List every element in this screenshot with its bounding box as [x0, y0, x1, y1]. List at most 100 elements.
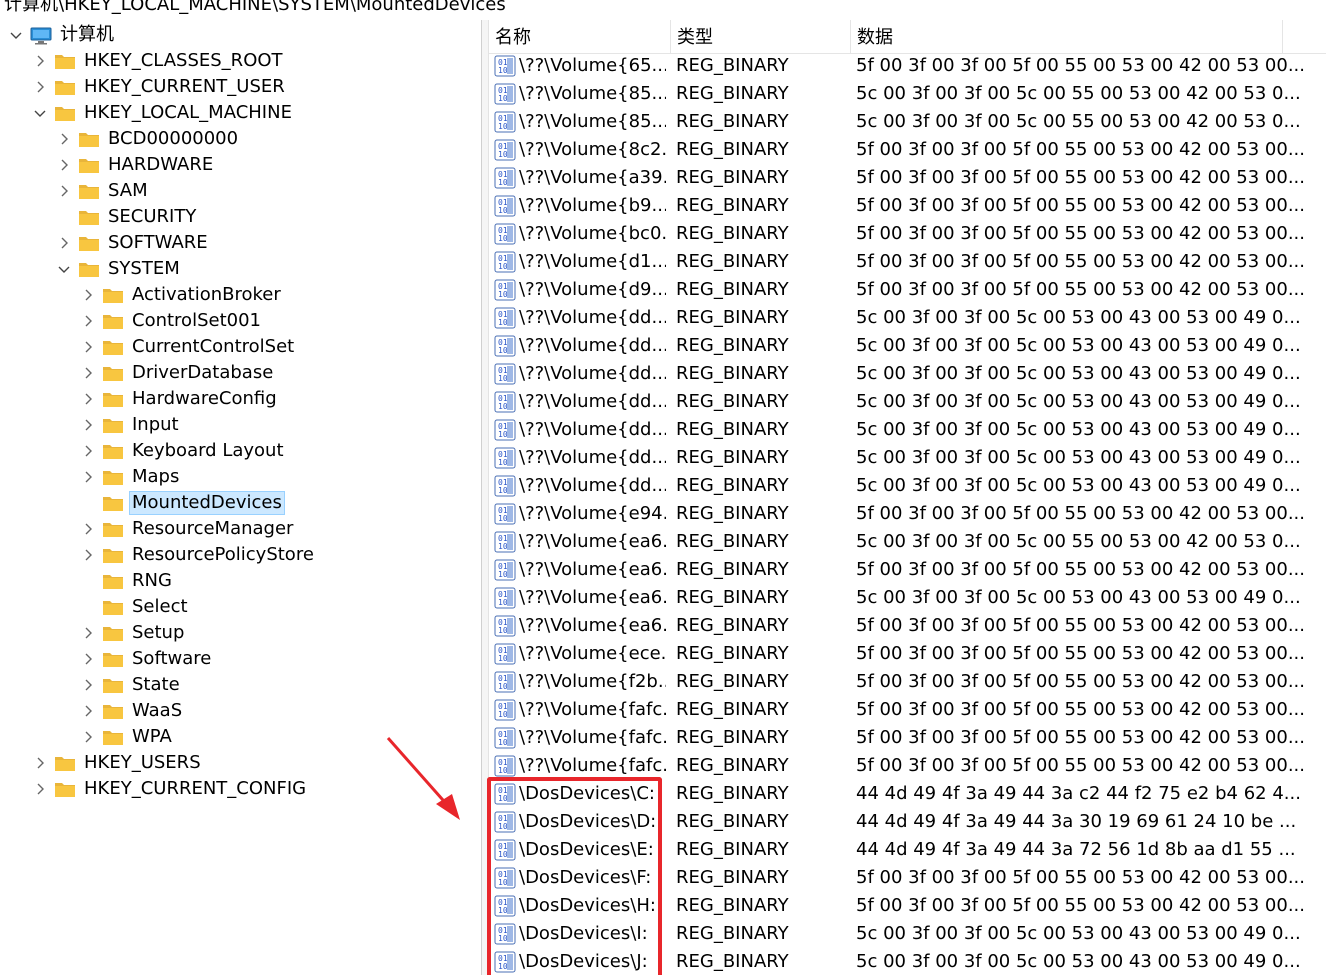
table-row[interactable]: 01 10 \??\Volume{dd... REG_BINARY 5c 00 3f 0… [489, 388, 1326, 416]
tree-item[interactable]: HKEY_CURRENT_CONFIG [32, 776, 309, 802]
table-row[interactable]: 01 10 \??\Volume{fafc... REG_BINARY 5f 00 3f… [489, 724, 1326, 752]
table-row[interactable]: 01 10 \??\Volume{fafc... REG_BINARY 5f 00 3f… [489, 752, 1326, 780]
chevron-right-icon[interactable] [32, 750, 48, 776]
table-row[interactable]: 01 10 \??\Volume{65... REG_BINARY 5f 00 3f 0… [489, 52, 1326, 80]
tree-item[interactable]: RNG [80, 568, 175, 594]
value-name: \??\Volume{8c2... [519, 139, 666, 160]
tree-item[interactable]: BCD00000000 [56, 126, 241, 152]
address-bar[interactable]: 计算机\HKEY_LOCAL_MACHINE\SYSTEM\MountedDev… [0, 0, 1326, 18]
tree-item[interactable]: ResourcePolicyStore [80, 542, 317, 568]
table-row[interactable]: 01 10 \??\Volume{ea6... REG_BINARY 5c 00 3f … [489, 528, 1326, 556]
chevron-right-icon[interactable] [80, 386, 96, 412]
chevron-right-icon[interactable] [80, 282, 96, 308]
value-name-cell: 01 10 \??\Volume{ea6... [494, 584, 666, 612]
chevron-right-icon[interactable] [80, 724, 96, 750]
tree-item[interactable]: State [80, 672, 183, 698]
tree-item[interactable]: Keyboard Layout [80, 438, 287, 464]
table-row[interactable]: 01 10 \??\Volume{d9... REG_BINARY 5f 00 3f 0… [489, 276, 1326, 304]
table-row[interactable]: 01 10 \??\Volume{bc0... REG_BINARY 5f 00 3f … [489, 220, 1326, 248]
value-type: REG_BINARY [676, 671, 789, 692]
tree-item[interactable]: HKEY_CLASSES_ROOT [32, 48, 286, 74]
value-type: REG_BINARY [676, 727, 789, 748]
folder-icon [102, 599, 124, 615]
table-row[interactable]: 01 10 \??\Volume{d1... REG_BINARY 5f 00 3f 0… [489, 248, 1326, 276]
table-row[interactable]: 01 10 \??\Volume{f2b... REG_BINARY 5f 00 3f … [489, 668, 1326, 696]
chevron-right-icon[interactable] [32, 74, 48, 100]
tree-item[interactable]: Setup [80, 620, 187, 646]
chevron-down-icon[interactable] [8, 22, 24, 48]
column-header-name[interactable]: 名称 [489, 20, 671, 53]
tree-item[interactable]: Select [80, 594, 191, 620]
table-row[interactable]: 01 10 \??\Volume{dd... REG_BINARY 5c 00 3f 0… [489, 444, 1326, 472]
reg-binary-icon: 01 10 [494, 335, 519, 357]
table-row[interactable]: 01 10 \??\Volume{ea6... REG_BINARY 5c 00 3f … [489, 584, 1326, 612]
tree-item[interactable]: ActivationBroker [80, 282, 284, 308]
tree-item[interactable]: SOFTWARE [56, 230, 211, 256]
chevron-right-icon[interactable] [56, 152, 72, 178]
column-header-data[interactable]: 数据 [851, 20, 1283, 53]
chevron-right-icon[interactable] [80, 438, 96, 464]
chevron-right-icon[interactable] [32, 776, 48, 802]
chevron-right-icon[interactable] [56, 230, 72, 256]
chevron-right-icon[interactable] [80, 516, 96, 542]
tree-item[interactable]: HARDWARE [56, 152, 216, 178]
table-row[interactable]: 01 10 \??\Volume{dd... REG_BINARY 5c 00 3f 0… [489, 360, 1326, 388]
tree-item[interactable]: ResourceManager [80, 516, 296, 542]
chevron-right-icon[interactable] [80, 646, 96, 672]
tree-item[interactable]: ControlSet001 [80, 308, 264, 334]
table-row[interactable]: 01 10 \??\Volume{85... REG_BINARY 5c 00 3f 0… [489, 80, 1326, 108]
table-row[interactable]: 01 10 \??\Volume{e94... REG_BINARY 5f 00 3f … [489, 500, 1326, 528]
column-header-type[interactable]: 类型 [671, 20, 851, 53]
chevron-right-icon[interactable] [32, 48, 48, 74]
value-name-cell: 01 10 \??\Volume{fafc... [494, 724, 666, 752]
chevron-right-icon[interactable] [80, 698, 96, 724]
folder-icon [54, 53, 76, 69]
table-row[interactable]: 01 10 \??\Volume{dd... REG_BINARY 5c 00 3f 0… [489, 472, 1326, 500]
table-row[interactable]: 01 10 \??\Volume{85... REG_BINARY 5c 00 3f 0… [489, 108, 1326, 136]
tree-item-label: Keyboard Layout [132, 440, 284, 461]
tree-item[interactable]: WaaS [80, 698, 185, 724]
tree-item[interactable]: WPA [80, 724, 175, 750]
chevron-right-icon[interactable] [80, 308, 96, 334]
chevron-right-icon[interactable] [56, 126, 72, 152]
table-row[interactable]: 01 10 \??\Volume{dd... REG_BINARY 5c 00 3f 0… [489, 332, 1326, 360]
value-name-cell: 01 10 \??\Volume{f2b... [494, 668, 666, 696]
table-row[interactable]: 01 10 \??\Volume{8c2... REG_BINARY 5f 00 3f … [489, 136, 1326, 164]
chevron-right-icon[interactable] [80, 464, 96, 490]
table-row[interactable]: 01 10 \??\Volume{ece... REG_BINARY 5f 00 3f … [489, 640, 1326, 668]
table-row[interactable]: 01 10 \??\Volume{b9... REG_BINARY 5f 00 3f 0… [489, 192, 1326, 220]
tree-item[interactable]: SECURITY [56, 204, 199, 230]
chevron-right-icon[interactable] [56, 178, 72, 204]
svg-text:10: 10 [498, 738, 508, 747]
tree-item[interactable]: 计算机 [8, 22, 117, 48]
tree-item[interactable]: CurrentControlSet [80, 334, 297, 360]
tree-item[interactable]: HKEY_USERS [32, 750, 204, 776]
tree-item[interactable]: SAM [56, 178, 151, 204]
tree-item[interactable]: Software [80, 646, 214, 672]
table-row[interactable]: 01 10 \??\Volume{dd... REG_BINARY 5c 00 3f 0… [489, 304, 1326, 332]
tree-item[interactable]: HKEY_LOCAL_MACHINE [32, 100, 295, 126]
tree-item[interactable]: Maps [80, 464, 182, 490]
tree-item[interactable]: Input [80, 412, 182, 438]
tree-item[interactable]: HardwareConfig [80, 386, 280, 412]
chevron-right-icon[interactable] [80, 412, 96, 438]
chevron-right-icon[interactable] [80, 542, 96, 568]
table-row[interactable]: 01 10 \??\Volume{fafc... REG_BINARY 5f 00 3f… [489, 696, 1326, 724]
table-row[interactable]: 01 10 \??\Volume{a39... REG_BINARY 5f 00 3f … [489, 164, 1326, 192]
tree-item[interactable]: SYSTEM [56, 256, 183, 282]
value-name-cell: 01 10 \??\Volume{dd... [494, 472, 666, 500]
chevron-right-icon[interactable] [80, 620, 96, 646]
folder-icon [102, 547, 124, 563]
table-row[interactable]: 01 10 \??\Volume{ea6... REG_BINARY 5f 00 3f … [489, 612, 1326, 640]
chevron-right-icon[interactable] [80, 672, 96, 698]
chevron-down-icon[interactable] [56, 256, 72, 282]
tree-item[interactable]: MountedDevices [80, 490, 285, 516]
table-row[interactable]: 01 10 \??\Volume{ea6... REG_BINARY 5f 00 3f … [489, 556, 1326, 584]
chevron-down-icon[interactable] [32, 100, 48, 126]
chevron-right-icon[interactable] [80, 360, 96, 386]
tree-item[interactable]: DriverDatabase [80, 360, 276, 386]
chevron-right-icon[interactable] [80, 334, 96, 360]
table-row[interactable]: 01 10 \??\Volume{dd... REG_BINARY 5c 00 3f 0… [489, 416, 1326, 444]
tree-item[interactable]: HKEY_CURRENT_USER [32, 74, 288, 100]
registry-tree-pane[interactable]: 计算机 HKEY_CLASSES_ROOT HKEY_CURRENT_USER HKE… [0, 20, 482, 975]
